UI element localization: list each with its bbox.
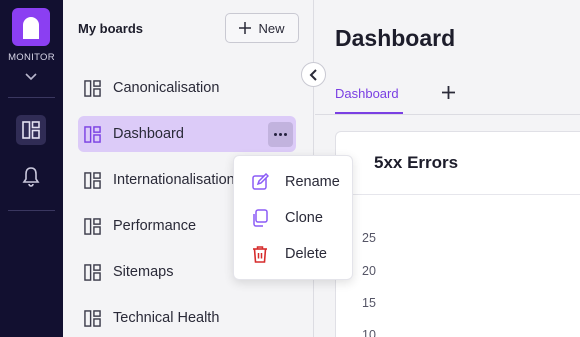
menu-item-rename[interactable]: Rename bbox=[234, 167, 354, 197]
chart-card-title: 5xx Errors bbox=[374, 153, 459, 172]
dashboard-icon bbox=[22, 121, 40, 139]
bell-icon[interactable] bbox=[22, 166, 40, 188]
board-item-label: Canonicalisation bbox=[113, 80, 220, 96]
new-board-button[interactable]: New bbox=[225, 13, 299, 43]
dashboard-icon bbox=[84, 310, 101, 327]
rail-divider bbox=[8, 210, 55, 211]
page-title: Dashboard bbox=[335, 25, 456, 51]
y-tick-label: 15 bbox=[362, 296, 376, 310]
tabs-divider bbox=[315, 114, 580, 115]
edit-icon bbox=[252, 173, 269, 190]
more-options-button[interactable] bbox=[268, 122, 293, 147]
board-item-label: Technical Health bbox=[113, 310, 220, 326]
collapse-sidebar-button[interactable] bbox=[301, 62, 326, 87]
dashboard-icon bbox=[84, 218, 101, 235]
copy-icon bbox=[253, 209, 268, 227]
menu-item-label: Delete bbox=[285, 246, 327, 262]
new-board-label: New bbox=[258, 20, 285, 36]
chevron-left-icon bbox=[309, 69, 317, 81]
card-divider bbox=[336, 194, 580, 195]
ghost-icon bbox=[23, 17, 39, 39]
add-tab-icon[interactable] bbox=[441, 85, 456, 100]
board-item-technical-health[interactable]: Technical Health bbox=[78, 300, 296, 336]
y-tick-label: 20 bbox=[362, 264, 376, 278]
board-item-label: Performance bbox=[113, 218, 197, 234]
dashboard-icon bbox=[84, 172, 101, 189]
dashboard-icon bbox=[84, 126, 101, 143]
trash-icon bbox=[253, 246, 267, 263]
app-rail: MONITOR bbox=[0, 0, 63, 337]
app-logo[interactable] bbox=[12, 8, 50, 46]
menu-item-label: Rename bbox=[285, 174, 340, 190]
board-context-menu: Rename Clone Delete bbox=[233, 155, 353, 280]
board-item-label: Sitemaps bbox=[113, 264, 174, 280]
rail-dashboards-button[interactable] bbox=[16, 115, 46, 145]
plus-icon bbox=[239, 22, 252, 34]
menu-item-label: Clone bbox=[285, 210, 323, 226]
more-dot bbox=[279, 133, 282, 136]
tab-dashboard[interactable]: Dashboard bbox=[335, 86, 399, 101]
monitor-label: MONITOR bbox=[8, 52, 55, 63]
board-item-label: Dashboard bbox=[113, 126, 184, 142]
more-dot bbox=[274, 133, 277, 136]
more-dot bbox=[284, 133, 287, 136]
board-item-label: Internationalisation bbox=[113, 172, 235, 188]
menu-item-clone[interactable]: Clone bbox=[234, 203, 354, 233]
board-item-dashboard[interactable]: Dashboard bbox=[78, 116, 296, 152]
y-tick-label: 10 bbox=[362, 328, 376, 337]
rail-divider bbox=[8, 97, 55, 98]
dashboard-icon bbox=[84, 80, 101, 97]
y-tick-label: 25 bbox=[362, 231, 376, 245]
boards-title: My boards bbox=[78, 21, 144, 36]
board-item-canonicalisation[interactable]: Canonicalisation bbox=[78, 70, 296, 106]
menu-item-delete[interactable]: Delete bbox=[234, 239, 354, 269]
chevron-down-icon[interactable] bbox=[24, 72, 38, 82]
chart-card: 5xx Errors 25 20 15 10 bbox=[335, 131, 580, 337]
dashboard-icon bbox=[84, 264, 101, 281]
main-content: Dashboard Dashboard 5xx Errors 25 20 15 … bbox=[315, 0, 580, 337]
